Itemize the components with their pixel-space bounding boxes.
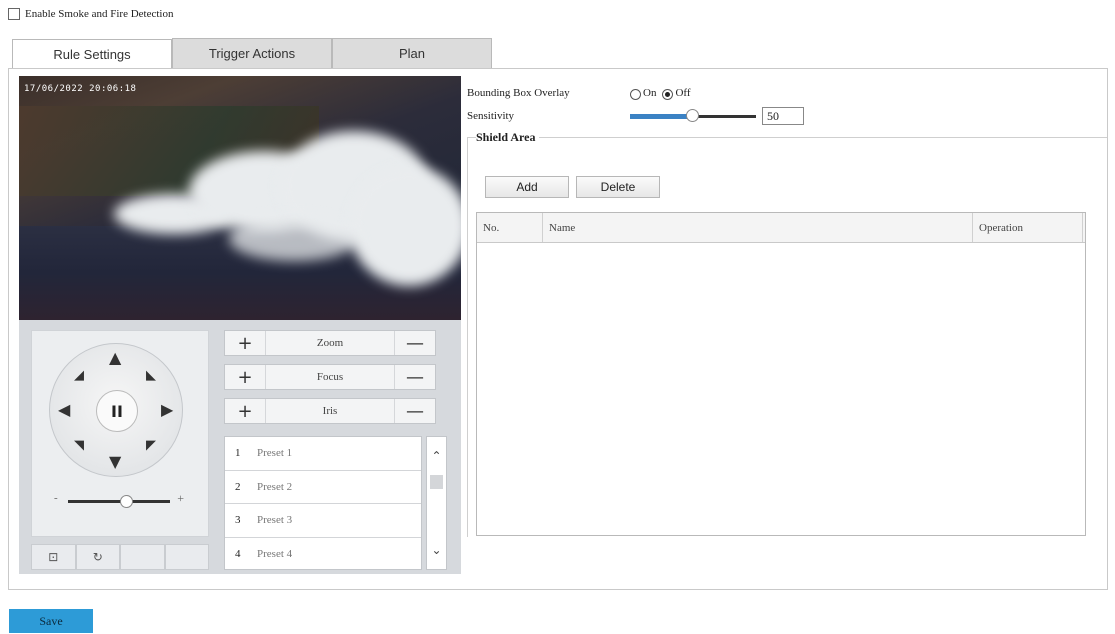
lock-icon[interactable]: ⊡ — [31, 544, 76, 570]
tab-trigger-actions[interactable]: Trigger Actions — [172, 38, 332, 68]
ptz-down-arrow-icon[interactable]: ▼ — [109, 454, 121, 470]
focus-control: + Focus — — [224, 364, 436, 390]
preset-number: 1 — [235, 447, 241, 460]
off-label: Off — [675, 87, 691, 99]
preset-name: Preset 1 — [257, 447, 293, 460]
ptz-pause-button[interactable]: II — [96, 390, 138, 432]
tab-plan[interactable]: Plan — [332, 38, 492, 68]
iris-control: + Iris — — [224, 398, 436, 424]
ptz-direction-dial: ▲ ▼ ◀ ▶ ◢ ◣ ◥ ◤ II — [49, 343, 183, 477]
list-item[interactable]: 2 Preset 2 — [225, 471, 421, 504]
shield-area-table: No. Name Operation — [476, 212, 1086, 536]
table-header: No. Name Operation — [477, 213, 1085, 243]
ptz-up-right-arrow-icon[interactable]: ◣ — [146, 368, 156, 384]
live-view-column: 17/06/2022 20:06:18 ▲ ▼ ◀ ▶ ◢ ◣ ◥ ◤ II -… — [19, 76, 461, 574]
preset-list: 1 Preset 1 2 Preset 2 3 Preset 3 4 Prese… — [224, 436, 422, 570]
ptz-speed-slider[interactable]: - + — [54, 491, 184, 508]
column-no[interactable]: No. — [477, 213, 543, 242]
add-button[interactable]: Add — [485, 176, 569, 198]
sensitivity-slider[interactable] — [630, 109, 756, 123]
refresh-icon[interactable]: ↻ — [75, 544, 120, 570]
ptz-right-arrow-icon[interactable]: ▶ — [161, 402, 173, 418]
iris-label: Iris — [265, 399, 395, 423]
list-item[interactable]: 3 Preset 3 — [225, 504, 421, 538]
sensitivity-input[interactable]: 50 — [762, 107, 804, 125]
bounding-box-row: Bounding Box Overlay On Off — [467, 87, 697, 100]
preset-number: 4 — [235, 548, 241, 561]
enable-checkbox[interactable] — [8, 8, 20, 20]
focus-far-button[interactable]: — — [395, 365, 435, 389]
speed-minus-label: - — [54, 492, 58, 504]
ptz-toolbar-slot-4[interactable] — [164, 544, 209, 570]
scroll-thumb[interactable] — [430, 475, 443, 489]
sensitivity-label: Sensitivity — [467, 110, 515, 122]
ptz-toolbar: ⊡ ↻ — [31, 544, 209, 570]
shield-area-title: Shield Area — [476, 130, 540, 145]
save-button[interactable]: Save — [9, 609, 93, 633]
bounding-box-on-radio[interactable] — [630, 88, 641, 100]
zoom-label: Zoom — [265, 331, 395, 355]
enable-smoke-fire-row[interactable]: Enable Smoke and Fire Detection — [8, 8, 173, 20]
focus-label: Focus — [265, 365, 395, 389]
ptz-toolbar-slot-3[interactable] — [120, 544, 165, 570]
on-label: On — [643, 87, 657, 99]
preset-number: 3 — [235, 514, 241, 527]
preset-name: Preset 2 — [257, 480, 293, 493]
chevron-down-icon[interactable]: ⌄ — [427, 543, 446, 557]
speed-knob[interactable] — [120, 495, 133, 508]
live-video[interactable]: 17/06/2022 20:06:18 — [19, 76, 461, 320]
delete-button[interactable]: Delete — [576, 176, 660, 198]
zoom-out-button[interactable]: — — [395, 331, 435, 355]
iris-close-button[interactable]: — — [395, 399, 435, 423]
ptz-up-left-arrow-icon[interactable]: ◢ — [74, 368, 84, 384]
list-item[interactable]: 1 Preset 1 — [225, 437, 421, 471]
zoom-control: + Zoom — — [224, 330, 436, 356]
tab-bar: Rule Settings Trigger Actions Plan — [12, 38, 492, 69]
sensitivity-row: Sensitivity 50 — [467, 107, 804, 125]
speed-track[interactable] — [68, 500, 170, 503]
preset-scrollbar[interactable]: ⌃ ⌄ — [426, 436, 447, 570]
list-item[interactable]: 4 Preset 4 — [225, 538, 421, 572]
sensitivity-fill — [630, 114, 692, 119]
settings-panel: 17/06/2022 20:06:18 ▲ ▼ ◀ ▶ ◢ ◣ ◥ ◤ II -… — [8, 68, 1108, 590]
ptz-down-left-arrow-icon[interactable]: ◥ — [74, 438, 84, 454]
speed-plus-label: + — [177, 491, 184, 505]
enable-label: Enable Smoke and Fire Detection — [25, 8, 174, 20]
preset-name: Preset 3 — [257, 514, 293, 527]
sensitivity-knob[interactable] — [686, 109, 699, 122]
ptz-left-arrow-icon[interactable]: ◀ — [58, 402, 70, 418]
video-timestamp: 17/06/2022 20:06:18 — [24, 84, 137, 94]
preset-number: 2 — [235, 480, 241, 493]
shield-area-group: Shield Area Add Delete No. Name Operatio… — [467, 130, 1107, 537]
zoom-in-button[interactable]: + — [225, 331, 265, 355]
bounding-box-off-radio[interactable] — [662, 88, 674, 100]
iris-open-button[interactable]: + — [225, 399, 265, 423]
ptz-down-right-arrow-icon[interactable]: ◤ — [146, 438, 156, 454]
tab-rule-settings[interactable]: Rule Settings — [12, 39, 172, 69]
preset-name: Preset 4 — [257, 548, 293, 561]
ptz-up-arrow-icon[interactable]: ▲ — [109, 350, 121, 366]
bounding-box-label: Bounding Box Overlay — [467, 87, 570, 99]
focus-near-button[interactable]: + — [225, 365, 265, 389]
ptz-control-pad: ▲ ▼ ◀ ▶ ◢ ◣ ◥ ◤ II - + — [31, 330, 209, 537]
chevron-up-icon[interactable]: ⌃ — [427, 449, 446, 463]
column-name[interactable]: Name — [543, 213, 973, 242]
column-operation[interactable]: Operation — [973, 213, 1083, 242]
